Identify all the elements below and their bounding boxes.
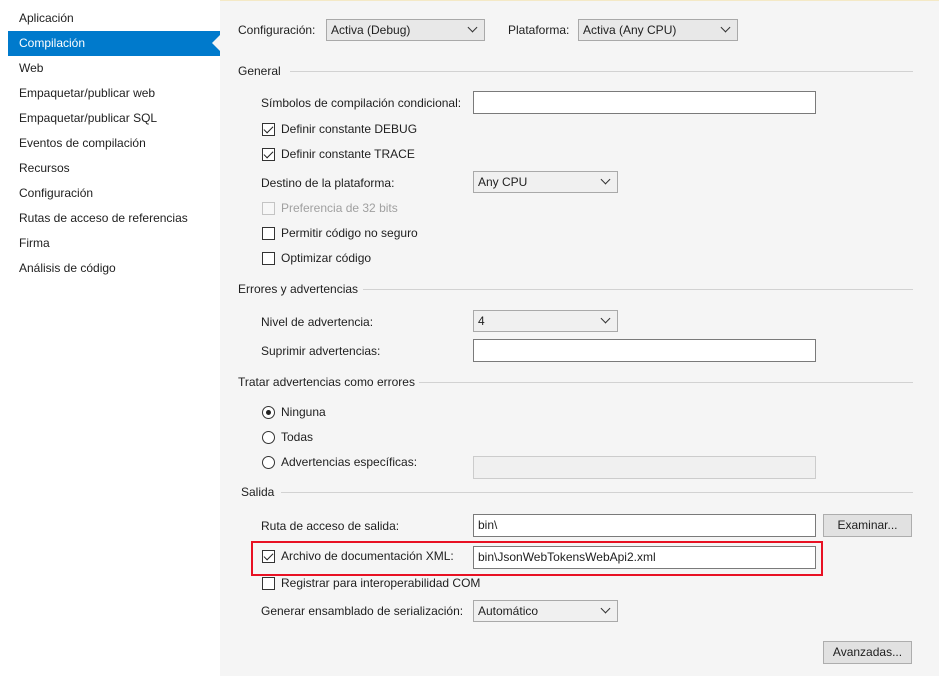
sidebar-item-analisis[interactable]: Análisis de código: [8, 256, 220, 281]
config-value: Activa (Debug): [331, 23, 411, 37]
suppress-warnings-label: Suprimir advertencias:: [261, 344, 381, 358]
xml-doc-label: Archivo de documentación XML:: [281, 549, 454, 563]
sidebar-item-rutas-referencias[interactable]: Rutas de acceso de referencias: [8, 206, 220, 231]
sidebar-item-eventos[interactable]: Eventos de compilación: [8, 131, 220, 156]
define-trace-checkbox[interactable]: [262, 148, 275, 161]
config-label: Configuración:: [238, 23, 316, 37]
build-settings-panel: Configuración: Activa (Debug) Plataforma…: [220, 0, 939, 676]
chevron-down-icon: [600, 313, 611, 324]
define-debug-label: Definir constante DEBUG: [281, 122, 418, 136]
group-general-header: General: [238, 64, 281, 78]
prefer-32bit-label: Preferencia de 32 bits: [281, 201, 398, 215]
sidebar-item-recursos[interactable]: Recursos: [8, 156, 220, 181]
group-divider: [363, 289, 913, 290]
optimize-code-label: Optimizar código: [281, 251, 372, 265]
platform-dropdown[interactable]: Activa (Any CPU): [578, 19, 738, 41]
treat-specific-label: Advertencias específicas:: [281, 455, 418, 469]
treat-specific-radio[interactable]: [262, 456, 275, 469]
sidebar-item-compilacion[interactable]: Compilación: [8, 31, 221, 56]
suppress-warnings-input[interactable]: [473, 339, 816, 362]
register-com-label: Registrar para interoperabilidad COM: [281, 576, 481, 590]
group-treat-warnings-header: Tratar advertencias como errores: [238, 375, 415, 389]
platform-label: Plataforma:: [508, 23, 570, 37]
group-divider: [419, 382, 913, 383]
chevron-down-icon: [467, 22, 478, 33]
config-dropdown[interactable]: Activa (Debug): [326, 19, 485, 41]
sidebar-item-aplicacion[interactable]: Aplicación: [8, 6, 220, 31]
warning-level-label: Nivel de advertencia:: [261, 315, 374, 329]
treat-none-label: Ninguna: [281, 405, 326, 419]
serialization-value: Automático: [478, 604, 539, 618]
chevron-down-icon: [720, 22, 731, 33]
group-output-header: Salida: [241, 485, 275, 499]
treat-all-label: Todas: [281, 430, 314, 444]
platform-target-dropdown[interactable]: Any CPU: [473, 171, 618, 193]
specific-warnings-input: [473, 456, 816, 479]
allow-unsafe-label: Permitir código no seguro: [281, 226, 418, 240]
sidebar-item-configuracion[interactable]: Configuración: [8, 181, 220, 206]
platform-target-label: Destino de la plataforma:: [261, 176, 395, 190]
treat-all-radio[interactable]: [262, 431, 275, 444]
chevron-down-icon: [600, 174, 611, 185]
group-errors-header: Errores y advertencias: [238, 282, 359, 296]
xml-doc-checkbox[interactable]: [262, 550, 275, 563]
treat-none-radio[interactable]: [262, 406, 275, 419]
define-trace-label: Definir constante TRACE: [281, 147, 415, 161]
serialization-dropdown[interactable]: Automático: [473, 600, 618, 622]
register-com-checkbox[interactable]: [262, 577, 275, 590]
browse-button[interactable]: Examinar...: [823, 514, 912, 537]
warning-level-value: 4: [478, 314, 485, 328]
platform-value: Activa (Any CPU): [583, 23, 677, 37]
warning-level-dropdown[interactable]: 4: [473, 310, 618, 332]
sidebar-item-web[interactable]: Web: [8, 56, 220, 81]
allow-unsafe-checkbox[interactable]: [262, 227, 275, 240]
define-debug-checkbox[interactable]: [262, 123, 275, 136]
prefer-32bit-checkbox: [262, 202, 275, 215]
optimize-code-checkbox[interactable]: [262, 252, 275, 265]
sidebar-item-empaquetar-sql[interactable]: Empaquetar/publicar SQL: [8, 106, 220, 131]
xml-doc-path-input[interactable]: bin\JsonWebTokensWebApi2.xml: [473, 546, 816, 569]
platform-target-value: Any CPU: [478, 175, 528, 189]
sidebar-item-empaquetar-web[interactable]: Empaquetar/publicar web: [8, 81, 220, 106]
output-path-label: Ruta de acceso de salida:: [261, 519, 400, 533]
group-divider: [290, 71, 913, 72]
conditional-symbols-label: Símbolos de compilación condicional:: [261, 96, 462, 110]
conditional-symbols-input[interactable]: [473, 91, 816, 114]
group-divider: [281, 492, 913, 493]
output-path-input[interactable]: bin\: [473, 514, 816, 537]
serialization-label: Generar ensamblado de serialización:: [261, 604, 464, 618]
chevron-down-icon: [600, 603, 611, 614]
advanced-button[interactable]: Avanzadas...: [823, 641, 912, 664]
sidebar-item-firma[interactable]: Firma: [8, 231, 220, 256]
sidebar: Aplicación Compilación Web Empaquetar/pu…: [0, 0, 221, 676]
